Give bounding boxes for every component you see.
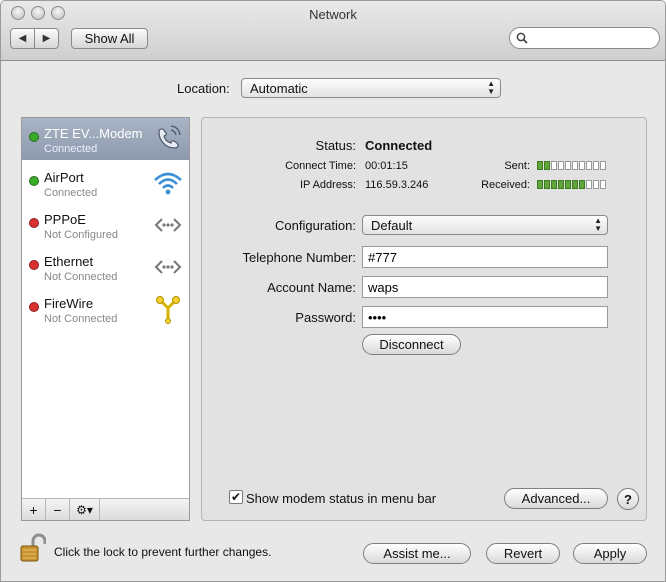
telephone-number-label: Telephone Number:	[242, 250, 356, 265]
service-name: Ethernet	[44, 254, 94, 269]
configuration-value: Default	[371, 217, 413, 233]
meter-segment	[537, 180, 543, 189]
telephone-number-field[interactable]	[362, 246, 608, 268]
service-status: Connected	[44, 143, 98, 155]
remove-service-button[interactable]: −	[46, 499, 70, 520]
ethernet-icon	[154, 218, 182, 232]
gear-icon[interactable]: ⚙▾	[70, 499, 100, 520]
status-indicator	[29, 302, 39, 312]
status-value: Connected	[365, 138, 433, 153]
ip-address-label: IP Address:	[299, 179, 356, 191]
service-status: Not Configured	[44, 229, 118, 241]
location-label: Location:	[177, 81, 230, 96]
connect-time-label: Connect Time:	[285, 160, 356, 172]
location-popup[interactable]: Automatic ▲ ▼	[241, 78, 501, 98]
meter-segment	[537, 161, 543, 170]
service-status: Connected	[44, 187, 98, 199]
sent-label: Sent:	[504, 160, 530, 172]
meter-segment	[572, 161, 578, 170]
service-name: PPPoE	[44, 212, 86, 227]
meter-segment	[544, 180, 550, 189]
service-name: FireWire	[44, 296, 94, 311]
window-title: Network	[309, 7, 357, 22]
status-indicator	[29, 132, 39, 142]
network-window: Network ◀ ▶ Show All Location: Automatic…	[0, 0, 666, 582]
meter-segment	[544, 161, 550, 170]
service-list-toolbar: + − ⚙▾	[22, 498, 189, 520]
configuration-popup[interactable]: Default ▲ ▼	[362, 215, 608, 235]
lock-message: Click the lock to prevent further change…	[54, 545, 272, 559]
sent-meter	[537, 161, 606, 170]
received-meter	[537, 180, 606, 189]
service-name: AirPort	[44, 170, 84, 185]
advanced-button[interactable]: Advanced...	[504, 488, 608, 509]
meter-segment	[593, 161, 599, 170]
search-icon	[516, 32, 528, 44]
meter-segment	[558, 180, 564, 189]
service-item-firewire[interactable]: FireWire Not Connected	[22, 288, 189, 330]
meter-segment	[551, 161, 557, 170]
meter-segment	[565, 180, 571, 189]
meter-segment	[551, 180, 557, 189]
forward-button[interactable]: ▶	[34, 29, 58, 48]
service-item-zte-modem[interactable]: ZTE EV...Modem Connected	[22, 118, 189, 160]
add-service-button[interactable]: +	[22, 499, 46, 520]
disconnect-button[interactable]: Disconnect	[362, 334, 461, 355]
account-name-field[interactable]	[362, 276, 608, 298]
titlebar: Network ◀ ▶ Show All	[1, 1, 665, 61]
service-item-pppoe[interactable]: PPPoE Not Configured	[22, 204, 189, 246]
meter-segment	[579, 180, 585, 189]
meter-segment	[572, 180, 578, 189]
service-name: ZTE EV...Modem	[44, 126, 143, 141]
search-input[interactable]	[532, 31, 652, 45]
wifi-icon	[154, 172, 182, 195]
meter-segment	[558, 161, 564, 170]
password-label: Password:	[295, 310, 356, 325]
meter-segment	[593, 180, 599, 189]
ip-address-value: 116.59.3.246	[365, 179, 429, 191]
meter-segment	[579, 161, 585, 170]
apply-button[interactable]: Apply	[573, 543, 647, 564]
password-field[interactable]	[362, 306, 608, 328]
service-list: ZTE EV...Modem Connected AirPort Connect…	[21, 117, 190, 521]
status-indicator	[29, 260, 39, 270]
meter-segment	[600, 161, 606, 170]
firewire-icon	[156, 296, 180, 324]
meter-segment	[586, 180, 592, 189]
status-indicator	[29, 218, 39, 228]
configuration-label: Configuration:	[275, 218, 356, 233]
service-status: Not Connected	[44, 271, 118, 283]
status-label: Status:	[315, 138, 356, 153]
back-forward-control: ◀ ▶	[10, 28, 59, 49]
status-indicator	[29, 176, 39, 186]
meter-segment	[565, 161, 571, 170]
assist-me-button[interactable]: Assist me...	[363, 543, 471, 564]
service-item-ethernet[interactable]: Ethernet Not Connected	[22, 246, 189, 288]
meter-segment	[600, 180, 606, 189]
connect-time-value: 00:01:15	[365, 160, 408, 172]
back-button[interactable]: ◀	[11, 29, 34, 48]
service-item-airport[interactable]: AirPort Connected	[22, 162, 189, 204]
detail-panel: Status: Connected Connect Time: 00:01:15…	[201, 117, 647, 521]
show-modem-status-checkbox[interactable]: ✔	[229, 490, 243, 504]
lock-icon[interactable]	[20, 533, 46, 563]
show-all-button[interactable]: Show All	[71, 28, 148, 49]
popup-arrows-icon: ▲ ▼	[487, 79, 495, 96]
search-field[interactable]	[509, 27, 660, 49]
help-button[interactable]: ?	[617, 488, 639, 510]
show-modem-status-label: Show modem status in menu bar	[246, 491, 437, 506]
revert-button[interactable]: Revert	[486, 543, 560, 564]
service-status: Not Connected	[44, 313, 118, 325]
ethernet-icon	[154, 260, 182, 274]
account-name-label: Account Name:	[267, 280, 356, 295]
popup-arrows-icon: ▲ ▼	[594, 216, 602, 233]
received-label: Received:	[481, 179, 530, 191]
location-value: Automatic	[250, 80, 308, 96]
meter-segment	[586, 161, 592, 170]
phone-icon	[158, 125, 181, 149]
